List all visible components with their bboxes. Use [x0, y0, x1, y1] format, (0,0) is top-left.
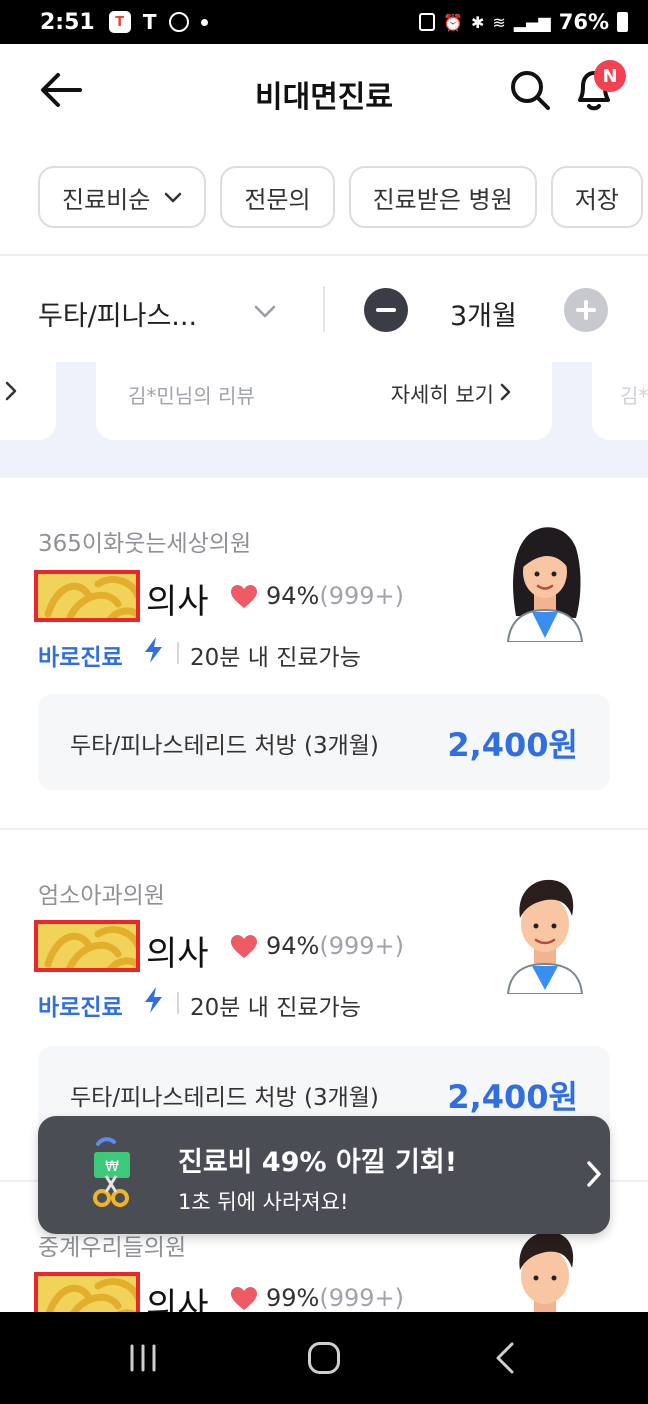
recent-apps-icon[interactable]: [128, 1344, 158, 1372]
chevron-right-icon: [5, 381, 17, 401]
decrease-period-button[interactable]: [364, 288, 408, 332]
review-carousel[interactable]: 김*민님의 리뷰 자세히 보기 김*: [0, 362, 648, 478]
divider: [177, 992, 179, 1014]
rating-percent: 94%: [266, 932, 320, 960]
heart-icon: [231, 935, 257, 958]
prescription-label: 두타/피나스테리드 처방 (3개월): [70, 1085, 379, 1111]
back-icon[interactable]: [494, 1342, 516, 1374]
increase-period-button[interactable]: [564, 288, 608, 332]
review-card-prev[interactable]: [0, 362, 56, 440]
availability: 20분 내 진료가능: [190, 645, 361, 671]
review-card-next[interactable]: 김*: [592, 362, 648, 440]
battery-percent: 76%: [558, 10, 609, 34]
promo-subtitle: 1초 뒤에 사라져요!: [178, 1190, 349, 1214]
male-doctor-avatar-icon: [519, 1231, 574, 1312]
female-doctor-avatar-icon: [506, 527, 584, 642]
divider: [177, 642, 179, 664]
rating-percent: 99%: [266, 1284, 320, 1312]
prescription-label: 두타/피나스테리드 처방 (3개월): [70, 733, 379, 759]
notification-badge: N: [594, 60, 626, 92]
wifi-icon: ≋: [492, 12, 506, 32]
search-icon[interactable]: [508, 68, 552, 112]
coupon-scissors-icon: ₩: [93, 1137, 130, 1207]
male-doctor-avatar-icon: [506, 879, 584, 994]
app-header: 비대면진료 N: [0, 44, 648, 136]
chevron-down-icon: [165, 192, 182, 203]
heart-icon: [231, 585, 257, 608]
divider: [323, 286, 325, 332]
lightning-icon: [145, 987, 162, 1013]
rating-count: (999+): [319, 1284, 404, 1312]
period-value: 3개월: [450, 301, 517, 332]
filter-chip-specialist[interactable]: 전문의: [220, 166, 335, 228]
svg-text:₩: ₩: [105, 1159, 119, 1175]
battery-icon: [617, 12, 628, 32]
rating: 94%(999+): [266, 582, 404, 610]
settings-ring-icon: [168, 12, 189, 32]
sort-chip[interactable]: 진료비순: [38, 166, 207, 228]
chevron-right-icon: [500, 383, 511, 401]
heart-icon: [231, 1287, 257, 1310]
review-more-link[interactable]: 자세히 보기: [391, 379, 494, 409]
doctor-title: 의사: [146, 1286, 209, 1312]
availability: 20분 내 진료가능: [190, 995, 361, 1021]
medicine-selector: 두타/피나스... 3개월: [0, 262, 648, 358]
price-box[interactable]: 두타/피나스테리드 처방 (3개월) 2,400원: [38, 694, 610, 790]
rating-percent: 94%: [266, 582, 320, 610]
filter-chips: 진료비순 전문의 진료받은 병원 저장: [38, 166, 643, 228]
chip-label: 전문의: [244, 185, 311, 214]
redacted-name: [34, 570, 140, 622]
filter-chip-visited-hospital[interactable]: 진료받은 병원: [348, 166, 537, 228]
price: 2,400원: [447, 726, 578, 764]
doctor-title: 의사: [146, 934, 209, 974]
chevron-down-icon[interactable]: [252, 298, 278, 324]
chip-label: 저장: [574, 185, 619, 214]
status-time: 2:51: [40, 9, 95, 35]
t-carrier-icon: T: [142, 10, 157, 34]
status-bar: 2:51 T T ⏰ ✱ ≋ ▂▄▆ 76%: [0, 0, 648, 44]
alarm-icon: ⏰: [443, 12, 463, 32]
rating: 99%(999+): [266, 1284, 404, 1312]
chip-label: 진료받은 병원: [372, 185, 513, 214]
rating: 94%(999+): [266, 932, 404, 960]
chevron-right-icon: [587, 1161, 601, 1187]
doctor-title: 의사: [146, 582, 209, 622]
doctor-card[interactable]: 365이화웃는세상의원 의사 94%(999+) 바로진료 20분 내 진료가능…: [0, 478, 648, 830]
lightning-icon: [145, 637, 162, 663]
divider: [0, 254, 648, 256]
home-icon[interactable]: [308, 1342, 340, 1374]
redacted-name: [34, 1272, 140, 1312]
nfc-icon: [419, 13, 436, 31]
reviewer-name: 김*민님의 리뷰: [128, 384, 255, 408]
bluetooth-icon: ✱: [471, 12, 485, 32]
review-card[interactable]: 김*민님의 리뷰 자세히 보기: [96, 362, 552, 440]
minus-icon: [376, 308, 396, 312]
sort-chip-label: 진료비순: [62, 185, 151, 214]
clinic-name: 365이화웃는세상의원: [38, 531, 252, 557]
status-app-icons: T T: [108, 10, 208, 34]
status-system-icons: ⏰ ✱ ≋ ▂▄▆ 76%: [419, 10, 628, 34]
filter-chip-saved[interactable]: 저장: [550, 166, 643, 228]
price: 2,400원: [447, 1078, 578, 1116]
promo-title: 진료비 49% 아낄 기회!: [178, 1147, 458, 1178]
tmap-icon: T: [108, 11, 131, 33]
rating-count: (999+): [319, 582, 404, 610]
system-nav-bar: [0, 1312, 648, 1404]
more-dot-icon: [200, 18, 208, 26]
signal-icon: ▂▄▆: [513, 12, 551, 32]
medicine-dropdown[interactable]: 두타/피나스...: [38, 294, 197, 333]
reviewer-name: 김*: [620, 384, 648, 408]
redacted-name: [34, 920, 140, 972]
rating-count: (999+): [319, 932, 404, 960]
instant-care-label: 바로진료: [38, 645, 123, 671]
promo-banner[interactable]: ₩ 진료비 49% 아낄 기회! 1초 뒤에 사라져요!: [38, 1116, 610, 1234]
instant-care-label: 바로진료: [38, 995, 123, 1021]
clinic-name: 엄소아과의원: [38, 883, 165, 909]
